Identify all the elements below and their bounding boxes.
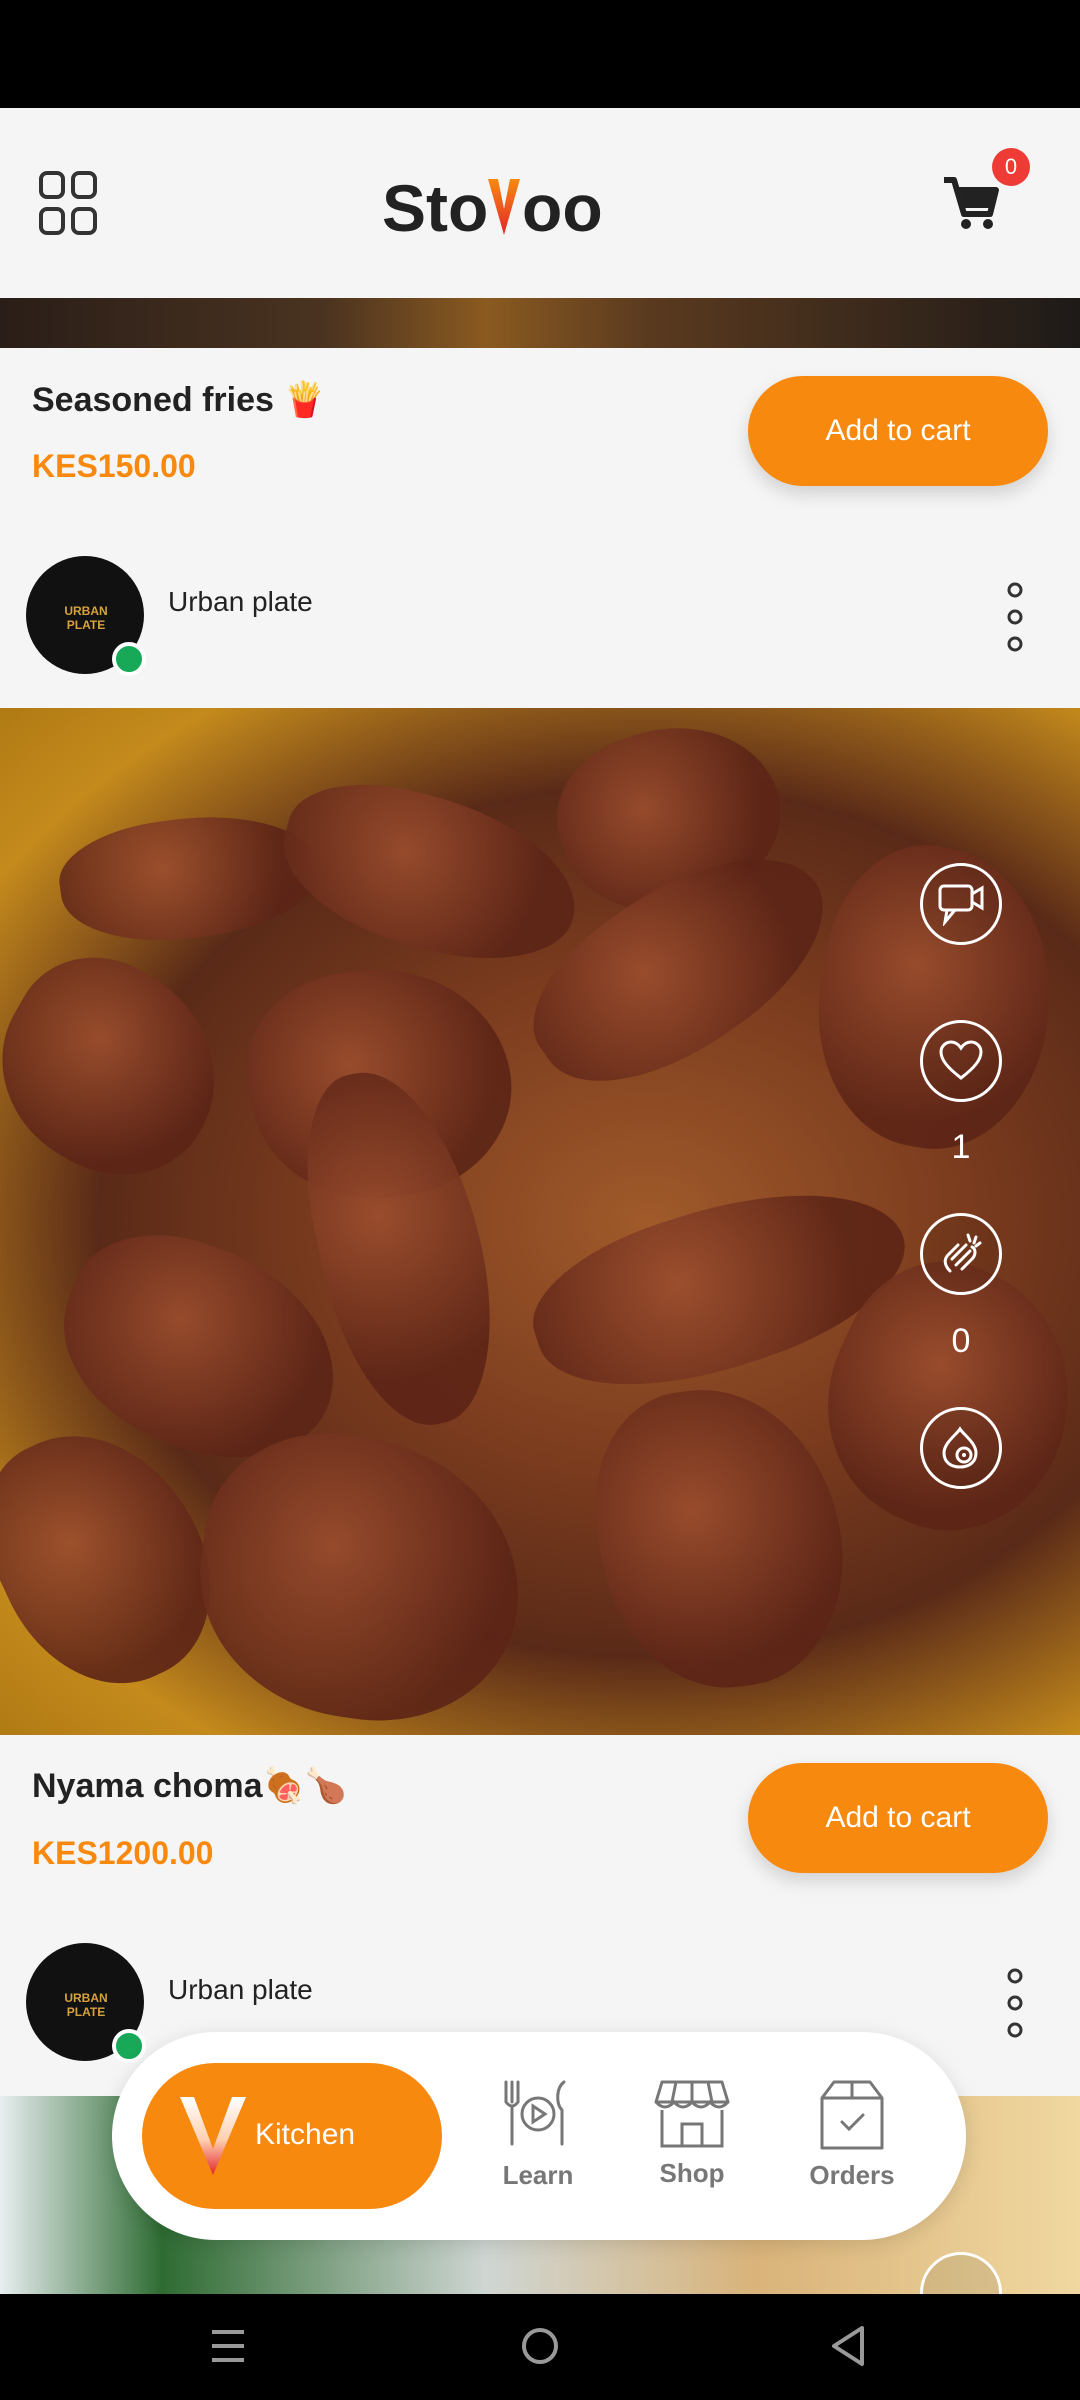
cart-icon[interactable] bbox=[940, 168, 1000, 234]
add-to-cart-button[interactable]: Add to cart bbox=[748, 1763, 1048, 1873]
clap-button[interactable] bbox=[920, 1213, 1002, 1295]
seller-avatar[interactable]: URBAN PLATE bbox=[26, 556, 146, 676]
seller-name[interactable]: Urban plate bbox=[168, 1974, 313, 2006]
system-navigation-bar bbox=[0, 2294, 1080, 2400]
stovoo-v-icon bbox=[180, 2097, 246, 2175]
cart-count-badge: 0 bbox=[992, 148, 1030, 186]
orders-icon[interactable] bbox=[818, 2078, 886, 2152]
recent-apps-icon[interactable] bbox=[208, 2326, 248, 2366]
home-icon[interactable] bbox=[520, 2326, 560, 2366]
spice-level-button[interactable] bbox=[920, 1407, 1002, 1489]
back-icon[interactable] bbox=[828, 2324, 868, 2368]
product-image[interactable] bbox=[0, 298, 1080, 348]
avatar-logo-text: URBAN PLATE bbox=[64, 604, 108, 632]
more-options-icon[interactable] bbox=[1000, 582, 1030, 652]
product-image[interactable] bbox=[0, 708, 1080, 1735]
clap-count: 0 bbox=[951, 1322, 971, 1360]
avatar-logo-text: URBAN PLATE bbox=[64, 1991, 108, 2019]
nav-shop-label[interactable]: Shop bbox=[632, 2158, 752, 2189]
stovoo-logo: Sto oo bbox=[382, 171, 603, 245]
svg-text:Sto: Sto bbox=[382, 171, 488, 245]
seller-name[interactable]: Urban plate bbox=[168, 586, 313, 618]
seller-avatar[interactable]: URBAN PLATE bbox=[26, 1943, 146, 2063]
product-title: Seasoned fries 🍟 bbox=[32, 381, 326, 419]
like-count: 1 bbox=[951, 1128, 971, 1166]
online-indicator bbox=[112, 642, 146, 676]
clap-icon bbox=[943, 1233, 982, 1273]
add-to-cart-button[interactable]: Add to cart bbox=[748, 376, 1048, 486]
heart-icon bbox=[939, 1040, 983, 1080]
learn-icon[interactable] bbox=[500, 2078, 572, 2148]
nav-kitchen-label: Kitchen bbox=[255, 2118, 356, 2151]
svg-text:oo: oo bbox=[522, 171, 603, 245]
onion-icon bbox=[942, 1426, 978, 1469]
like-button[interactable] bbox=[920, 1020, 1002, 1102]
shop-icon[interactable] bbox=[654, 2078, 730, 2150]
product-price: KES1200.00 bbox=[32, 1835, 214, 1871]
nav-learn-label[interactable]: Learn bbox=[478, 2160, 598, 2191]
more-options-icon[interactable] bbox=[1000, 1968, 1030, 2038]
grid-menu-icon[interactable] bbox=[38, 170, 98, 236]
video-chat-button[interactable] bbox=[920, 863, 1002, 945]
online-indicator bbox=[112, 2029, 146, 2063]
product-price: KES150.00 bbox=[32, 448, 196, 484]
nav-orders-label[interactable]: Orders bbox=[792, 2160, 912, 2191]
status-bar bbox=[0, 0, 1080, 108]
product-title: Nyama choma🍖🍗 bbox=[32, 1767, 348, 1805]
video-chat-icon bbox=[938, 884, 984, 926]
